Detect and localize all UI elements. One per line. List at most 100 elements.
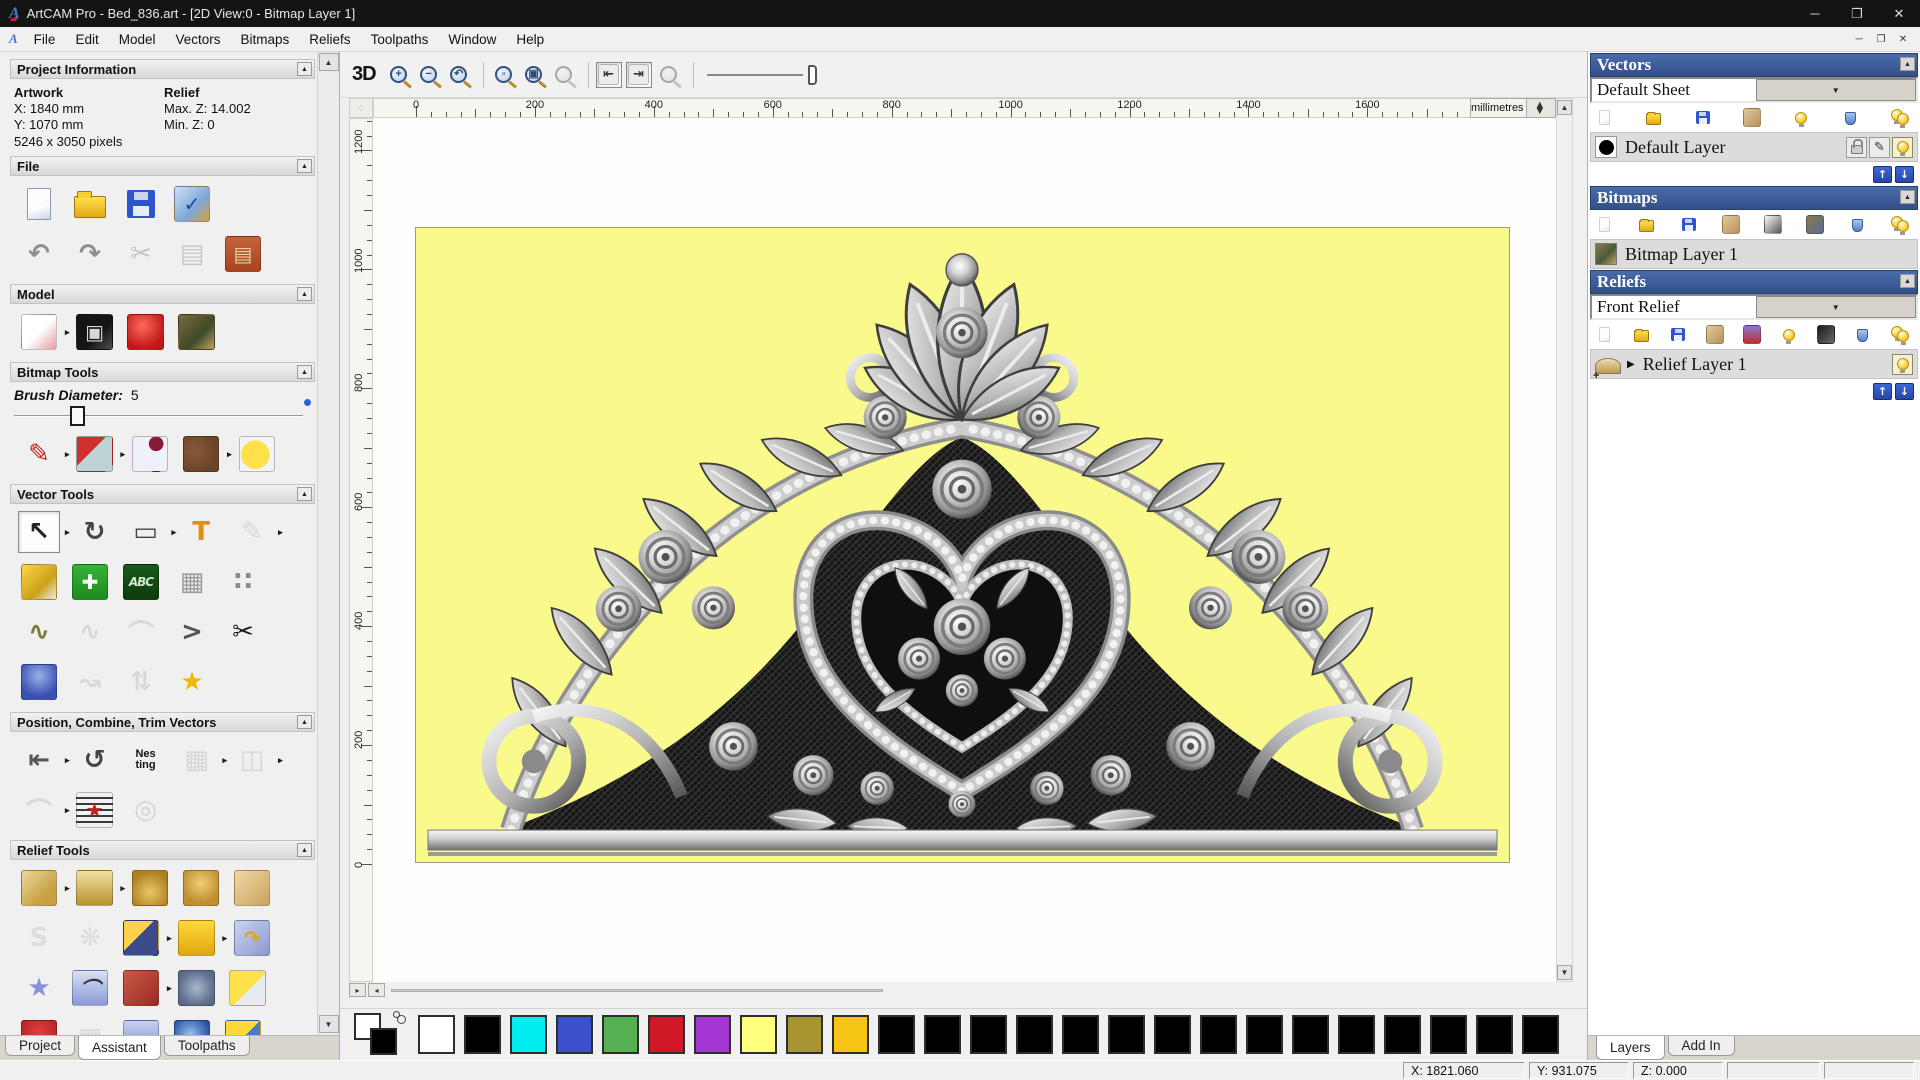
scroll-down-icon[interactable]: ▼	[318, 1015, 339, 1033]
bitmap-from-relief-icon[interactable]	[1805, 214, 1826, 235]
load-bitmap-icon[interactable]	[176, 311, 218, 353]
collapse-section-button[interactable]: ▲	[297, 487, 312, 501]
edit-layer-icon[interactable]: ✎	[1869, 136, 1890, 158]
flyout-arrow-icon[interactable]: ▸	[223, 755, 228, 766]
create-rectangle-icon[interactable]: ▭	[125, 511, 167, 553]
flyout-arrow-icon[interactable]: ▸	[65, 805, 70, 816]
units-spinner-icon[interactable]: ▲ ▼	[1525, 99, 1555, 117]
flyout-arrow-icon[interactable]: ▸	[227, 449, 232, 460]
texture-ball-icon[interactable]	[171, 1017, 213, 1035]
move-layer-down-icon[interactable]: ↓	[1895, 166, 1914, 183]
two-rail-sweep-icon[interactable]	[222, 1017, 264, 1035]
move-layer-up-icon[interactable]: ↑	[1873, 166, 1892, 183]
open-vectors-icon[interactable]	[1643, 107, 1664, 128]
merge-highest-relief-icon[interactable]	[180, 867, 222, 909]
palette-swatch-0[interactable]	[418, 1015, 455, 1054]
zoom-out-icon[interactable]: −	[416, 62, 442, 88]
toggle-relief-view-icon[interactable]: ⇥	[625, 61, 652, 88]
palette-swatch-4[interactable]	[602, 1015, 639, 1054]
join-vectors-icon[interactable]: ⌒	[18, 789, 60, 831]
palette-swatch-15[interactable]	[1108, 1015, 1145, 1054]
adjust-model-icon[interactable]: ▣	[74, 311, 116, 353]
menu-edit[interactable]: Edit	[65, 29, 108, 50]
vector-texture-icon[interactable]: ★	[74, 789, 116, 831]
link-colours-icon[interactable]	[393, 1010, 406, 1024]
merge-vector-layers-icon[interactable]	[1741, 107, 1762, 128]
flyout-arrow-icon[interactable]: ▸	[278, 755, 283, 766]
palette-swatch-22[interactable]	[1430, 1015, 1467, 1054]
turn-model-icon[interactable]	[120, 967, 162, 1009]
relief-select[interactable]: Front Relief ▼	[1590, 294, 1918, 320]
block-copy-icon[interactable]: ▦	[176, 739, 218, 781]
palette-swatch-14[interactable]	[1062, 1015, 1099, 1054]
merge-lowest-relief-icon[interactable]	[231, 867, 273, 909]
model-properties-icon[interactable]: ✓	[171, 183, 213, 225]
paste-icon[interactable]: ▤	[222, 233, 264, 275]
toggle-all-layers-icon[interactable]	[1889, 107, 1910, 128]
open-bitmap-icon[interactable]	[1636, 214, 1657, 235]
menu-help[interactable]: Help	[506, 29, 554, 50]
palette-swatch-13[interactable]	[1016, 1015, 1053, 1054]
vector-layer-row[interactable]: Default Layer ✎	[1590, 132, 1918, 162]
lock-layer-icon[interactable]	[1846, 136, 1867, 158]
collapse-section-button[interactable]: ▲	[1900, 190, 1915, 204]
align-vectors-icon[interactable]: ⇤	[18, 739, 60, 781]
delete-bitmap-layer-icon[interactable]	[1847, 214, 1868, 235]
toggle-all-bitmaps-icon[interactable]	[1889, 214, 1910, 235]
merge-relief-layers-icon[interactable]	[1705, 324, 1726, 345]
expand-layer-icon[interactable]: ▶	[1627, 359, 1635, 370]
flyout-arrow-icon[interactable]: ▸	[65, 755, 70, 766]
flyout-arrow-icon[interactable]: ▸	[121, 883, 126, 894]
collapse-section-button[interactable]: ▲	[1900, 274, 1915, 288]
merge-add-relief-icon[interactable]	[129, 867, 171, 909]
scroll-up-icon[interactable]: ▲	[318, 53, 339, 71]
trim-vectors-icon[interactable]: ✂	[222, 611, 264, 653]
new-sheet-icon[interactable]	[1594, 107, 1615, 128]
collapse-section-button[interactable]: ▲	[297, 159, 312, 173]
secondary-colour-swatch[interactable]	[370, 1027, 397, 1055]
dropdown-arrow-icon[interactable]: ▼	[1755, 79, 1916, 101]
colour-picker-icon[interactable]	[129, 433, 171, 475]
palette-swatch-9[interactable]	[832, 1015, 869, 1054]
flyout-arrow-icon[interactable]: ▸	[65, 327, 70, 338]
contrast-slider[interactable]	[706, 63, 817, 87]
flyout-arrow-icon[interactable]: ▸	[65, 883, 70, 894]
menu-bitmaps[interactable]: Bitmaps	[231, 29, 300, 50]
scroll-up-icon[interactable]: ▲	[1557, 100, 1572, 115]
toggle-bitmap-view-icon[interactable]: ⇤	[595, 61, 622, 88]
calculate-relief-icon[interactable]	[18, 867, 60, 909]
text-tool-icon[interactable]: ABC	[120, 561, 162, 603]
create-star-icon[interactable]: ★	[171, 661, 213, 703]
merge-bitmap-layers-icon[interactable]	[1720, 214, 1741, 235]
child-restore-button[interactable]: ❐	[1870, 30, 1892, 48]
open-relief-icon[interactable]	[1631, 324, 1652, 345]
menu-window[interactable]: Window	[438, 29, 506, 50]
new-relief-layer-icon[interactable]	[1594, 324, 1615, 345]
menu-model[interactable]: Model	[109, 29, 166, 50]
node-editing-icon[interactable]: ✚	[69, 561, 111, 603]
undo-icon[interactable]: ↶	[18, 233, 60, 275]
palette-swatch-8[interactable]	[786, 1015, 823, 1054]
flyout-arrow-icon[interactable]: ▸	[167, 933, 172, 944]
zoom-box-icon[interactable]: ▫	[491, 62, 517, 88]
palette-swatch-18[interactable]	[1246, 1015, 1283, 1054]
slider-handle[interactable]	[70, 406, 85, 426]
fillet-tool-icon[interactable]	[18, 661, 60, 703]
palette-swatch-23[interactable]	[1476, 1015, 1513, 1054]
collapse-section-button[interactable]: ▲	[297, 843, 312, 857]
palette-icon[interactable]	[180, 433, 222, 475]
layer-colour-swatch[interactable]	[1595, 136, 1617, 158]
flip-page-icon[interactable]: ▸	[349, 983, 366, 997]
scroll-left-icon[interactable]: ◂	[368, 983, 385, 997]
layer-visibility-icon[interactable]	[1892, 136, 1913, 158]
toggle-layer-visibility-icon[interactable]	[1791, 107, 1812, 128]
collapse-section-button[interactable]: ▲	[1900, 57, 1915, 71]
palette-swatch-11[interactable]	[924, 1015, 961, 1054]
texture-relief-icon[interactable]	[176, 967, 218, 1009]
create-text-icon[interactable]: T	[180, 511, 222, 553]
menu-reliefs[interactable]: Reliefs	[299, 29, 360, 50]
relief-layer-row[interactable]: ▶ Relief Layer 1	[1590, 349, 1918, 382]
isolate-relief-icon[interactable]: ▦	[69, 1017, 111, 1035]
palette-swatch-5[interactable]	[648, 1015, 685, 1054]
h-scroll-track[interactable]	[391, 988, 883, 992]
